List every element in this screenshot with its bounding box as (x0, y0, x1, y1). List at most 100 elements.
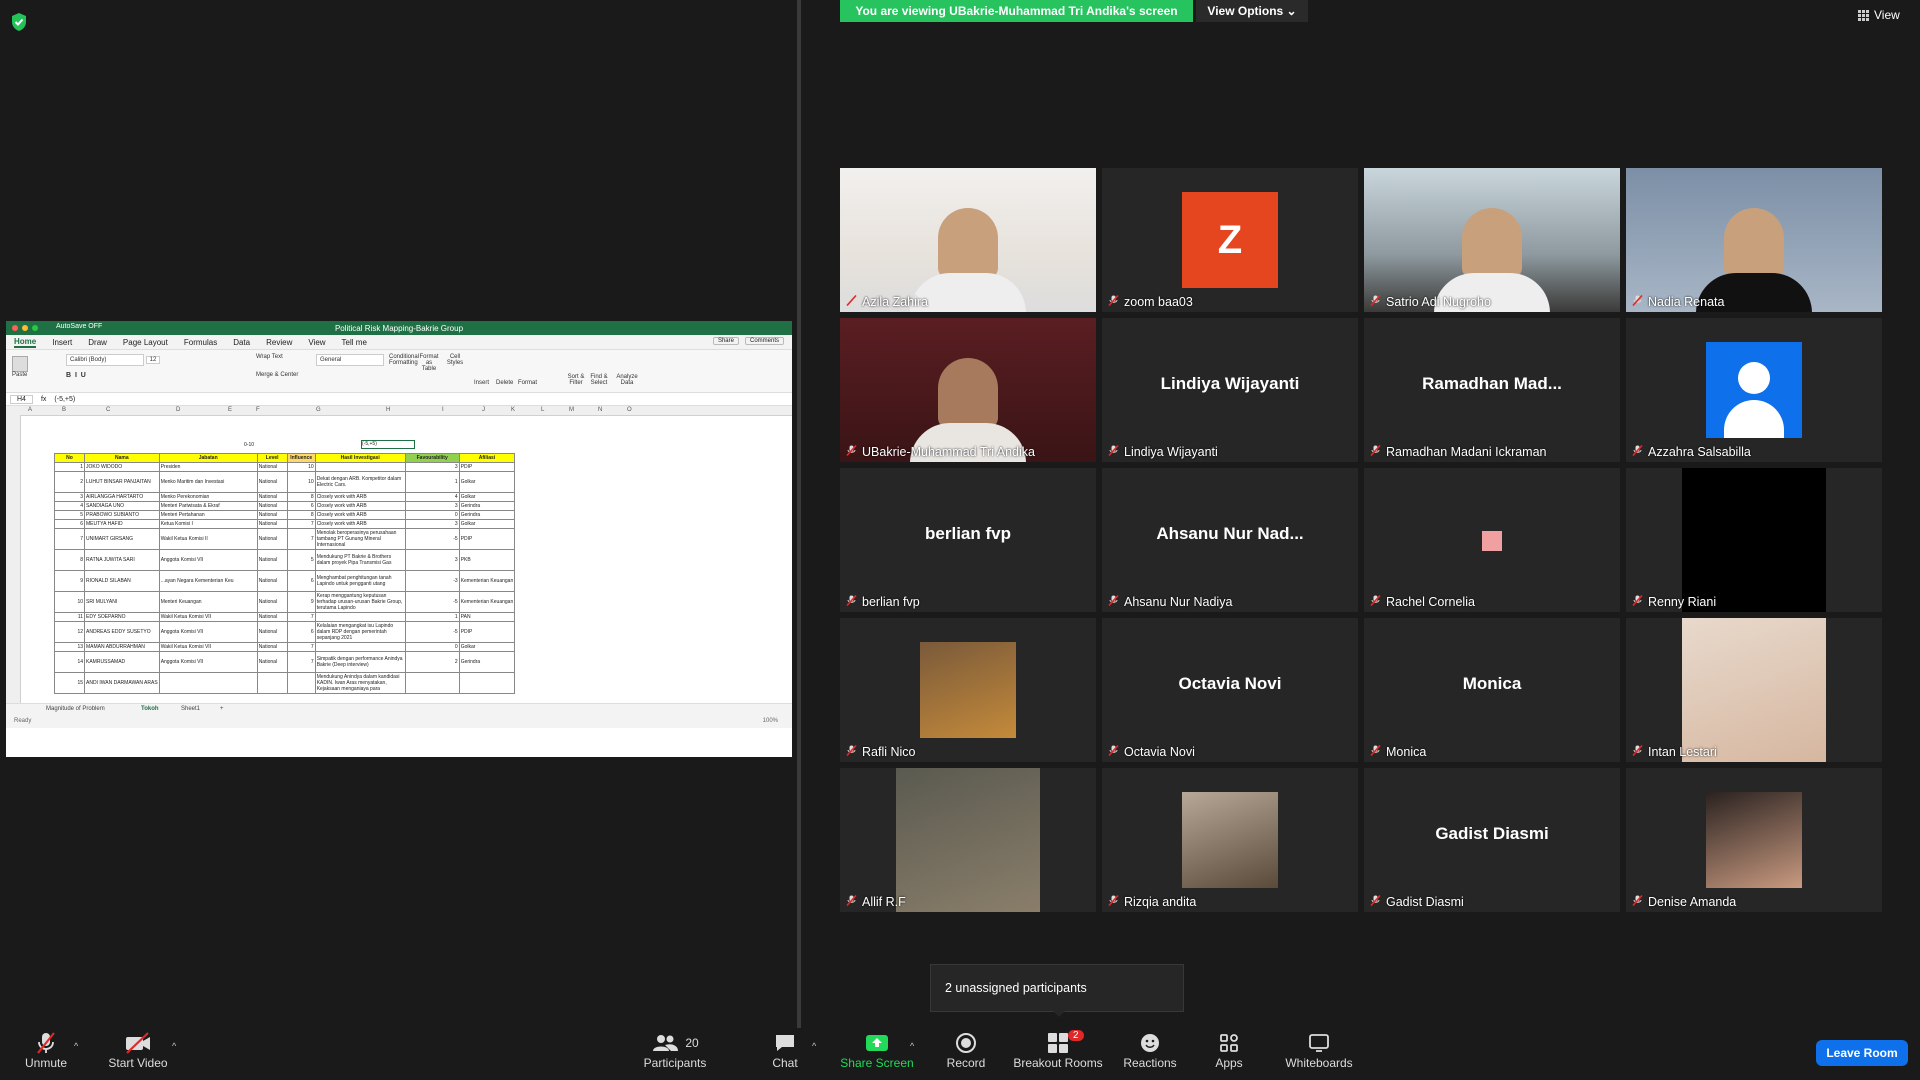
tab-page-layout[interactable]: Page Layout (123, 338, 168, 347)
delete-cells-button[interactable]: Delete (496, 380, 513, 386)
favourability-scale-cell[interactable]: (-5,+5) (361, 440, 415, 449)
wrap-text-button[interactable]: Wrap Text (256, 354, 283, 360)
person-figure (1462, 208, 1522, 278)
participant-tile[interactable]: Ramadhan Mad... Ramadhan Madani Ickraman (1364, 318, 1620, 462)
minimize-dot-icon[interactable] (22, 325, 28, 331)
tab-draw[interactable]: Draw (88, 338, 107, 347)
font-name-select[interactable]: Calibri (Body) (66, 354, 144, 366)
paste-button[interactable]: Paste (12, 356, 28, 378)
table-row[interactable]: 15 ANDI IWAN DARMAWAN ARAS Mendukung Anind… (54, 672, 516, 694)
whiteboards-button[interactable]: Whiteboards (1284, 1030, 1354, 1070)
tab-view[interactable]: View (308, 338, 325, 347)
table-row[interactable]: 11 EDY SOEPARNO Wakil Ketua Komisi VII Nati… (54, 612, 516, 622)
tab-review[interactable]: Review (266, 338, 292, 347)
share-screen-button[interactable]: Share Screen (840, 1030, 914, 1070)
mic-muted-icon (846, 295, 857, 309)
unassigned-participants-popup[interactable]: 2 unassigned participants (930, 964, 1184, 1012)
participant-tile[interactable]: Gadist Diasmi Gadist Diasmi (1364, 768, 1620, 912)
tab-formulas[interactable]: Formulas (184, 338, 217, 347)
participant-tile[interactable]: Intan Lestari (1626, 618, 1882, 762)
audio-options-caret[interactable]: ^ (74, 1041, 78, 1051)
participants-button[interactable]: 20 Participants (640, 1030, 710, 1070)
name-box[interactable]: H4 (10, 394, 33, 404)
add-sheet-icon[interactable]: + (220, 706, 224, 712)
formula-input[interactable]: (-5,+5) (54, 396, 75, 403)
apps-button[interactable]: Apps (1212, 1030, 1246, 1070)
font-style-buttons[interactable]: B I U (66, 372, 86, 379)
participant-tile[interactable]: Monica Monica (1364, 618, 1620, 762)
conditional-formatting-button[interactable]: Conditional Formatting (389, 354, 419, 366)
unmute-button[interactable]: Unmute (20, 1030, 72, 1070)
close-dot-icon[interactable] (12, 325, 18, 331)
participant-tile[interactable]: Ahsanu Nur Nad... Ahsanu Nur Nadiya (1102, 468, 1358, 612)
breakout-rooms-button[interactable]: 2 Breakout Rooms (1012, 1030, 1104, 1070)
cell-styles-button[interactable]: Cell Styles (444, 354, 466, 366)
security-shield-icon[interactable] (10, 12, 28, 32)
leave-room-button[interactable]: Leave Room (1816, 1040, 1908, 1066)
table-row[interactable]: 12 ANDREAS EDDY SUSETYO Anggota Komisi VII… (54, 621, 516, 643)
find-select-button[interactable]: Find & Select (588, 374, 610, 386)
participant-tile[interactable]: Allif R.F (840, 768, 1096, 912)
sheet-tab-tokoh[interactable]: Tokoh (141, 706, 159, 712)
participant-tile[interactable]: Zzoom baa03 (1102, 168, 1358, 312)
tab-data[interactable]: Data (233, 338, 250, 347)
table-row[interactable]: 7 UNIMART GIRSANG Wakil Ketua Komisi II Nat… (54, 528, 516, 550)
participant-tile[interactable]: Azzahra Salsabilla (1626, 318, 1882, 462)
table-row[interactable]: 13 MAMAN ABDURRAHMAN Wakil Ketua Komisi VI… (54, 642, 516, 652)
table-row[interactable]: 4 SANDIAGA UNO Menteri Pariwisata & Ekraf N… (54, 501, 516, 511)
table-row[interactable]: 9 RIONALD SILABAN ...ayan Negara Kementeri… (54, 570, 516, 592)
spreadsheet-grid[interactable]: ABCDEFGHIJKLMNO 0-10 (-5,+5) No Nama Jabat… (6, 406, 792, 728)
reactions-button[interactable]: Reactions (1122, 1030, 1178, 1070)
record-button[interactable]: Record (944, 1030, 988, 1070)
sort-filter-button[interactable]: Sort & Filter (566, 374, 586, 386)
share-options-caret[interactable]: ^ (910, 1041, 914, 1051)
view-options-button[interactable]: View Options ⌄ (1196, 0, 1308, 22)
pane-divider[interactable] (797, 0, 801, 1028)
mic-muted-icon (1108, 295, 1119, 309)
table-row[interactable]: 2 LUHUT BINSAR PANJAITAN Menko Maritim dan… (54, 471, 516, 493)
insert-cells-button[interactable]: Insert (474, 380, 489, 386)
participant-tile[interactable]: Satrio Adi Nugroho (1364, 168, 1620, 312)
participant-tile[interactable]: Rizqia andita (1102, 768, 1358, 912)
tell-me-search[interactable]: Tell me (342, 338, 367, 347)
tab-insert[interactable]: Insert (52, 338, 72, 347)
participant-name-label: Intan Lestari (1632, 745, 1717, 759)
participant-tile[interactable]: Renny Riani (1626, 468, 1882, 612)
table-row[interactable]: 1 JOKO WIDODO Presiden National 10 3 PDIP (54, 462, 516, 472)
zoom-level[interactable]: 100% (763, 718, 778, 724)
participant-tile[interactable]: Denise Amanda (1626, 768, 1882, 912)
tab-home[interactable]: Home (14, 337, 37, 348)
participant-tile[interactable]: Rafli Nico (840, 618, 1096, 762)
sheet-tab-sheet1[interactable]: Sheet1 (181, 706, 200, 712)
participant-tile[interactable]: Lindiya Wijayanti Lindiya Wijayanti (1102, 318, 1358, 462)
table-row[interactable]: 5 PRABOWO SUBIANTO Menteri Pertahanan Natio… (54, 510, 516, 520)
participant-tile[interactable]: berlian fvp berlian fvp (840, 468, 1096, 612)
autosave-toggle[interactable]: AutoSave OFF (56, 323, 102, 330)
sheet-tab-magnitude[interactable]: Magnitude of Problem (46, 706, 105, 712)
table-row[interactable]: 6 MEUTYA HAFID Ketua Komisi I National 7 Clos… (54, 519, 516, 529)
chat-options-caret[interactable]: ^ (812, 1041, 816, 1051)
maximize-dot-icon[interactable] (32, 325, 38, 331)
table-row[interactable]: 14 KAMRUSSAMAD Anggota Komisi VII National 7… (54, 651, 516, 673)
participant-name-label: Rachel Cornelia (1370, 595, 1475, 609)
analyze-data-button[interactable]: Analyze Data (616, 374, 638, 386)
participant-tile[interactable]: Azila Zahira (840, 168, 1096, 312)
video-options-caret[interactable]: ^ (172, 1041, 176, 1051)
chat-button[interactable]: Chat (770, 1030, 800, 1070)
view-layout-button[interactable]: View (1858, 8, 1900, 22)
merge-center-button[interactable]: Merge & Center (256, 372, 298, 378)
participant-tile[interactable]: Rachel Cornelia (1364, 468, 1620, 612)
format-cells-button[interactable]: Format (518, 380, 537, 386)
share-button[interactable]: Share (712, 337, 739, 345)
font-size-select[interactable]: 12 (145, 356, 161, 364)
participant-tile[interactable]: Octavia Novi Octavia Novi (1102, 618, 1358, 762)
active-speaker-tile[interactable]: UBakrie-Muhammad Tri Andika (840, 318, 1096, 462)
comments-button[interactable]: Comments (744, 337, 784, 345)
table-row[interactable]: 3 AIRLANGGA HARTARTO Menko Perekonomian Nat… (54, 492, 516, 502)
start-video-button[interactable]: Start Video (106, 1030, 170, 1070)
participant-tile[interactable]: Nadia Renata (1626, 168, 1882, 312)
table-row[interactable]: 10 SRI MULYANI Menteri Keuangan National 9 Ke… (54, 591, 516, 613)
table-row[interactable]: 8 RATNA JUWITA SARI Anggota Komisi VII Nati… (54, 549, 516, 571)
number-format-select[interactable]: General (316, 354, 384, 366)
format-as-table-button[interactable]: Format as Table (418, 354, 440, 372)
